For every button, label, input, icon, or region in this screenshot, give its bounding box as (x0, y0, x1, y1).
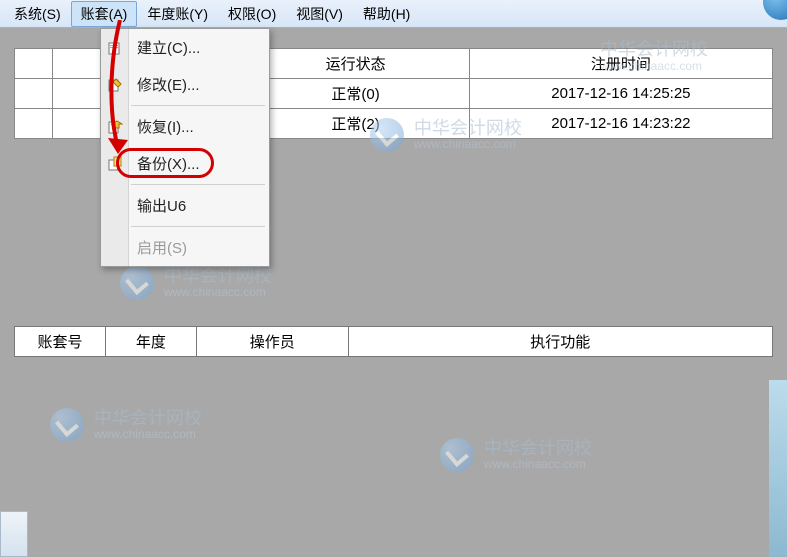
col-year: 年度 (105, 327, 196, 357)
lower-panel: 账套号 年度 操作员 执行功能 中华会计网校 www.chinaacc.com … (0, 318, 787, 557)
watermark: 中华会计网校 www.chinaacc.com (440, 438, 592, 472)
new-icon (106, 39, 124, 57)
dd-label: 备份(X)... (137, 156, 200, 173)
col-status: 运行状态 (242, 49, 469, 79)
watermark-badge-icon (120, 266, 154, 300)
dropdown-separator (131, 184, 265, 185)
col-function: 执行功能 (348, 327, 773, 357)
dd-label: 修改(E)... (137, 77, 200, 94)
menubar: 系统(S) 账套(A) 年度账(Y) 权限(O) 视图(V) 帮助(H) (0, 0, 787, 28)
dd-restore[interactable]: 恢复(I)... (101, 108, 269, 145)
watermark-badge-icon (440, 438, 474, 472)
dd-label: 建立(C)... (137, 40, 200, 57)
thumbnail-strip (0, 511, 28, 557)
watermark-text: 中华会计网校 (94, 408, 202, 428)
dropdown-separator (131, 226, 265, 227)
watermark-url: www.chinaacc.com (414, 138, 522, 151)
col-accountno: 账套号 (15, 327, 106, 357)
watermark-badge-icon (50, 408, 84, 442)
backup-icon (106, 155, 124, 173)
dd-backup[interactable]: 备份(X)... (101, 145, 269, 182)
watermark-text: 中华会计网校 (164, 266, 272, 286)
restore-icon (106, 118, 124, 136)
dd-modify[interactable]: 修改(E)... (101, 66, 269, 103)
dd-label: 启用(S) (137, 240, 187, 257)
menu-view[interactable]: 视图(V) (286, 1, 353, 27)
dd-label: 输出U6 (137, 198, 186, 215)
cell-time: 2017-12-16 14:25:25 (469, 79, 772, 109)
dropdown-separator (131, 105, 265, 106)
task-table: 账套号 年度 操作员 执行功能 (14, 326, 773, 357)
row-blank (15, 109, 53, 139)
watermark-url: www.chinaacc.com (164, 286, 272, 299)
menu-annualaccount[interactable]: 年度账(Y) (137, 1, 218, 27)
col-operator: 操作员 (196, 327, 348, 357)
menu-system[interactable]: 系统(S) (4, 1, 71, 27)
cell-status: 正常(0) (242, 79, 469, 109)
watermark: 中华会计网校 www.chinaacc.com (50, 408, 202, 442)
col-regtime: 注册时间 (469, 49, 772, 79)
right-strip (769, 380, 787, 557)
dd-label: 恢复(I)... (137, 119, 194, 136)
menu-help[interactable]: 帮助(H) (353, 1, 420, 27)
dd-create[interactable]: 建立(C)... (101, 29, 269, 66)
cell-time: 2017-12-16 14:23:22 (469, 109, 772, 139)
cell-status: 正常(2) (242, 109, 469, 139)
watermark-url: www.chinaacc.com (94, 428, 202, 441)
row-blank (15, 79, 53, 109)
menu-permission[interactable]: 权限(O) (218, 1, 286, 27)
watermark: 中华会计网校 www.chinaacc.com (120, 266, 272, 300)
menu-accountset[interactable]: 账套(A) (71, 1, 138, 27)
accountset-dropdown: 建立(C)... 修改(E)... 恢复(I)... 备份(X)... 输出U6 (100, 28, 270, 267)
table-header-row: 账套号 年度 操作员 执行功能 (15, 327, 773, 357)
dd-enable: 启用(S) (101, 229, 269, 266)
watermark-text: 中华会计网校 (484, 438, 592, 458)
edit-icon (106, 76, 124, 94)
dd-export-u6[interactable]: 输出U6 (101, 187, 269, 224)
watermark-url: www.chinaacc.com (484, 458, 592, 471)
col-blank1 (15, 49, 53, 79)
